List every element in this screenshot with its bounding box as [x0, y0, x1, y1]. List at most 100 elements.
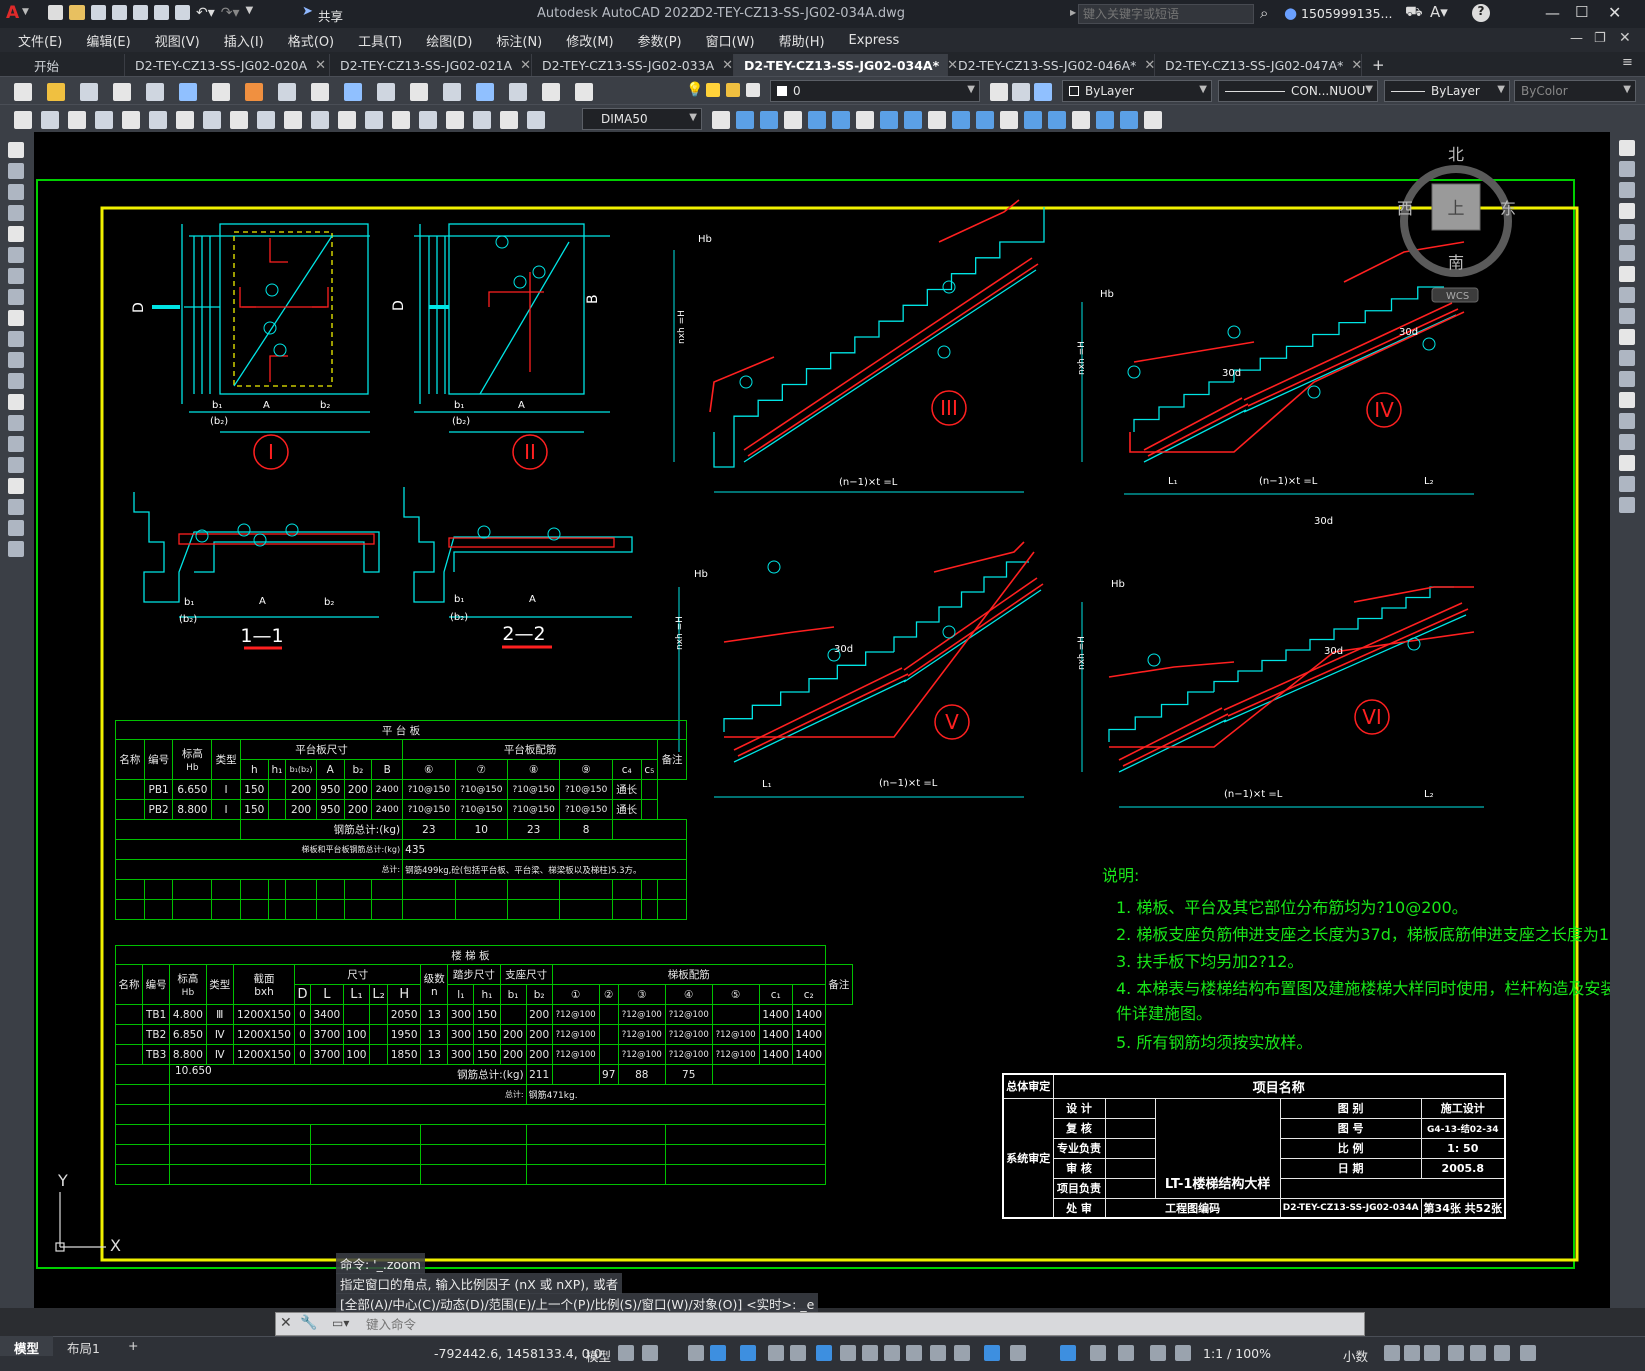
command-input[interactable]	[366, 1315, 1356, 1333]
search-expand-icon[interactable]: ▶	[1070, 8, 1076, 17]
lock-ui-icon[interactable]	[1424, 1345, 1440, 1361]
linetype-dropdown[interactable]: CON...NUOU ▼	[1218, 80, 1378, 102]
diameter-dim-icon[interactable]	[176, 111, 194, 129]
close-tab-icon[interactable]: ✕	[722, 58, 733, 73]
ucs-previous-icon[interactable]	[760, 111, 778, 129]
solid-wedge-icon[interactable]	[1048, 111, 1066, 129]
layer-on-icon[interactable]: 💡	[686, 82, 703, 98]
radius-dim-icon[interactable]	[122, 111, 140, 129]
lock-icon[interactable]	[726, 83, 740, 97]
close-tab-icon[interactable]: ✕	[1351, 58, 1362, 73]
search-input[interactable]	[1078, 4, 1254, 24]
menu-draw[interactable]: 绘图(D)	[414, 31, 484, 50]
fillet-icon[interactable]	[1619, 455, 1635, 471]
rectangle-icon[interactable]	[8, 226, 24, 242]
gradient-icon[interactable]	[8, 457, 24, 473]
multiline-text-icon[interactable]	[8, 520, 24, 536]
tab-list-icon[interactable]: ≡	[1622, 55, 1633, 70]
workspace-icon[interactable]	[1150, 1345, 1166, 1361]
viewcube-top[interactable]: 上	[1448, 199, 1465, 219]
make-block-icon[interactable]	[8, 394, 24, 410]
construction-line-icon[interactable]	[8, 163, 24, 179]
lineweight-icon[interactable]	[862, 1345, 878, 1361]
dim-update-icon[interactable]	[527, 111, 545, 129]
annotation-scale[interactable]: 1:1 / 100%	[1203, 1346, 1271, 1361]
point-icon[interactable]	[8, 415, 24, 431]
ucs-world-icon[interactable]	[736, 111, 754, 129]
tab-doc-020a[interactable]: D2-TEY-CZ13-SS-JG02-020A ✕	[125, 54, 330, 76]
viewcube-south[interactable]: 南	[1448, 253, 1464, 272]
inspect-icon[interactable]	[419, 111, 437, 129]
command-prompt-icon[interactable]: ▭▾	[332, 1316, 349, 1330]
transparency-icon[interactable]	[884, 1345, 900, 1361]
save-web-icon[interactable]	[154, 5, 169, 20]
doc-close-icon[interactable]: ✕	[1619, 30, 1631, 46]
scale-icon[interactable]	[1619, 287, 1635, 303]
table-icon[interactable]	[8, 499, 24, 515]
menu-view[interactable]: 视图(V)	[143, 31, 212, 50]
zoom-previous-icon[interactable]	[443, 83, 461, 101]
viewcube-east[interactable]: 东	[1500, 199, 1516, 218]
share-icon[interactable]: ➤	[302, 4, 313, 19]
rotate-icon[interactable]	[1619, 266, 1635, 282]
break-icon[interactable]	[1619, 392, 1635, 408]
minimize-button[interactable]: —	[1545, 4, 1560, 22]
layer-previous-icon[interactable]	[1012, 83, 1030, 101]
polar-icon[interactable]	[768, 1345, 784, 1361]
menu-help[interactable]: 帮助(H)	[767, 31, 837, 50]
ucs-z-icon[interactable]	[976, 111, 994, 129]
object-snap-tracking-icon[interactable]	[816, 1345, 832, 1361]
menu-edit[interactable]: 编辑(E)	[74, 31, 142, 50]
new-tab-button[interactable]: +	[1362, 56, 1395, 76]
dim-edit-icon[interactable]	[473, 111, 491, 129]
print-preview-icon[interactable]	[146, 83, 164, 101]
object-snap-icon[interactable]	[840, 1345, 856, 1361]
ucs-y-icon[interactable]	[952, 111, 970, 129]
user-icon[interactable]: ●	[1284, 4, 1297, 22]
menu-format[interactable]: 格式(O)	[276, 31, 346, 50]
copy-icon[interactable]	[245, 83, 263, 101]
help-icon[interactable]: ?	[1472, 4, 1490, 22]
dynamic-ucs-icon[interactable]	[954, 1345, 970, 1361]
linear-dim-icon[interactable]	[14, 111, 32, 129]
properties-icon[interactable]	[476, 83, 494, 101]
stretch-icon[interactable]	[1619, 308, 1635, 324]
menu-file[interactable]: 文件(E)	[0, 31, 74, 50]
freeze-icon[interactable]	[706, 83, 720, 97]
undo-icon[interactable]: ↶▾	[196, 5, 215, 21]
tool-palette-icon[interactable]	[542, 83, 560, 101]
insert-block-icon[interactable]	[8, 373, 24, 389]
baseline-dim-icon[interactable]	[257, 111, 275, 129]
jogged-linear-icon[interactable]	[446, 111, 464, 129]
annotation-monitor-icon[interactable]	[1175, 1345, 1191, 1361]
viewcube-north[interactable]: 北	[1448, 145, 1464, 164]
isolate-objects-icon[interactable]	[1448, 1345, 1464, 1361]
chamfer-icon[interactable]	[1619, 434, 1635, 450]
ucs-apply-icon[interactable]	[1000, 111, 1018, 129]
app-logo-icon[interactable]: A	[6, 3, 19, 23]
aligned-dim-icon[interactable]	[41, 111, 59, 129]
publish-icon[interactable]	[179, 83, 197, 101]
center-mark-icon[interactable]	[392, 111, 410, 129]
tab-doc-047a[interactable]: D2-TEY-CZ13-SS-JG02-047A* ✕	[1155, 54, 1362, 76]
viewcube-west[interactable]: 西	[1397, 199, 1413, 218]
lineweight-dropdown[interactable]: ByLayer ▼	[1384, 80, 1510, 102]
offset-icon[interactable]	[1619, 203, 1635, 219]
match-properties-icon[interactable]	[990, 83, 1008, 101]
design-center-icon[interactable]	[509, 83, 527, 101]
units-icon[interactable]	[1384, 1345, 1400, 1361]
customize-icon[interactable]	[1520, 1345, 1536, 1361]
command-input-bar[interactable]: ✕ 🔧 ▭▾	[275, 1312, 1365, 1336]
ucs-face-icon[interactable]	[784, 111, 802, 129]
trim-icon[interactable]	[1619, 329, 1635, 345]
tab-doc-021a[interactable]: D2-TEY-CZ13-SS-JG02-021A ✕	[330, 54, 532, 76]
tab-start[interactable]: 开始	[0, 54, 125, 76]
extend-icon[interactable]	[1619, 350, 1635, 366]
wcs-label[interactable]: WCS	[1446, 291, 1469, 302]
dim-text-edit-icon[interactable]	[500, 111, 518, 129]
dim-break-icon[interactable]	[338, 111, 356, 129]
app-menu-arrow-icon[interactable]: ▼	[22, 7, 29, 17]
color-dropdown[interactable]: ByLayer ▼	[1062, 80, 1212, 102]
explode-icon[interactable]	[1619, 497, 1635, 513]
ucs-x-icon[interactable]	[928, 111, 946, 129]
